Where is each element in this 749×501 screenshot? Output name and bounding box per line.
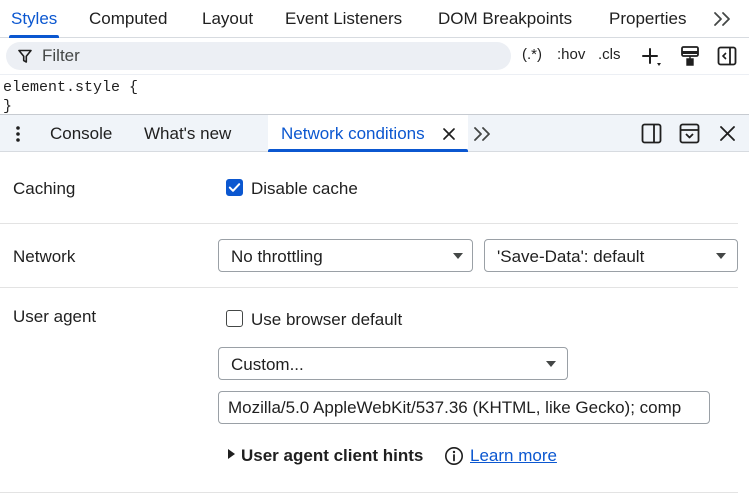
network-conditions-panel: Caching Disable cache Network No throttl… [0,152,749,501]
user-agent-preset-value: Custom... [231,355,304,374]
checkmark-icon [228,182,240,192]
rendering-emulations-icon[interactable] [680,45,700,67]
tab-dom-breakpoints[interactable]: DOM Breakpoints [438,0,572,38]
tab-event-listeners[interactable]: Event Listeners [285,0,402,38]
close-tab-icon[interactable] [442,127,456,141]
filter-icon [18,49,32,63]
chevrons-right-icon[interactable] [711,9,733,29]
tab-computed[interactable]: Computed [89,0,167,38]
cls-toggle-button[interactable]: .cls [598,46,621,63]
tab-whats-new[interactable]: What's new [144,115,231,152]
user-agent-client-hints-toggle[interactable]: User agent client hints [241,446,423,466]
info-icon [445,447,463,465]
undock-drawer-icon[interactable] [679,123,700,144]
hov-toggle-button[interactable]: :hov [557,46,585,63]
regex-toggle-button[interactable]: (.*) [522,46,542,63]
toggle-sidebar-icon[interactable] [717,46,737,66]
save-data-select-value: 'Save-Data': default [497,247,645,266]
chevron-down-icon [546,361,556,367]
throttling-select[interactable]: No throttling [218,239,473,272]
disable-cache-checkbox[interactable] [226,179,243,196]
tab-styles[interactable]: Styles [8,0,60,38]
tab-console[interactable]: Console [50,115,112,152]
throttling-select-value: No throttling [231,247,323,266]
filter-input[interactable] [42,43,342,69]
use-browser-default-checkbox[interactable] [226,310,243,327]
user-agent-label: User agent [13,307,97,326]
row-divider [0,223,738,224]
expand-triangle-icon[interactable] [228,449,235,459]
element-style-closing-brace: } [3,98,13,114]
tab-layout[interactable]: Layout [202,0,253,38]
row-divider [0,492,738,493]
dock-side-icon[interactable] [641,123,662,144]
tab-properties[interactable]: Properties [609,0,686,38]
element-style-section: element.style { } [0,74,749,114]
element-style-selector[interactable]: element.style { [3,79,138,96]
chevron-down-icon [716,253,726,259]
drawer-tabbar: Console What's new Network conditions [0,114,749,152]
network-label: Network [13,247,76,266]
caching-label: Caching [13,179,76,198]
more-tabs-icon[interactable] [471,124,493,144]
save-data-select[interactable]: 'Save-Data': default [484,239,738,272]
chevron-down-icon [453,253,463,259]
use-browser-default-label[interactable]: Use browser default [251,310,402,330]
close-drawer-icon[interactable] [719,125,736,142]
learn-more-link[interactable]: Learn more [470,446,557,466]
row-divider [0,287,738,288]
tab-network-conditions[interactable]: Network conditions [281,115,425,152]
styles-toolbar: (.*) :hov .cls [0,38,749,74]
disable-cache-label[interactable]: Disable cache [251,179,358,199]
styles-pane-tabbar: Styles Computed Layout Event Listeners D… [0,0,749,38]
user-agent-preset-select[interactable]: Custom... [218,347,568,380]
menu-dots-icon[interactable] [14,125,22,143]
new-style-rule-icon[interactable] [640,46,664,68]
user-agent-string-input[interactable] [218,391,710,424]
